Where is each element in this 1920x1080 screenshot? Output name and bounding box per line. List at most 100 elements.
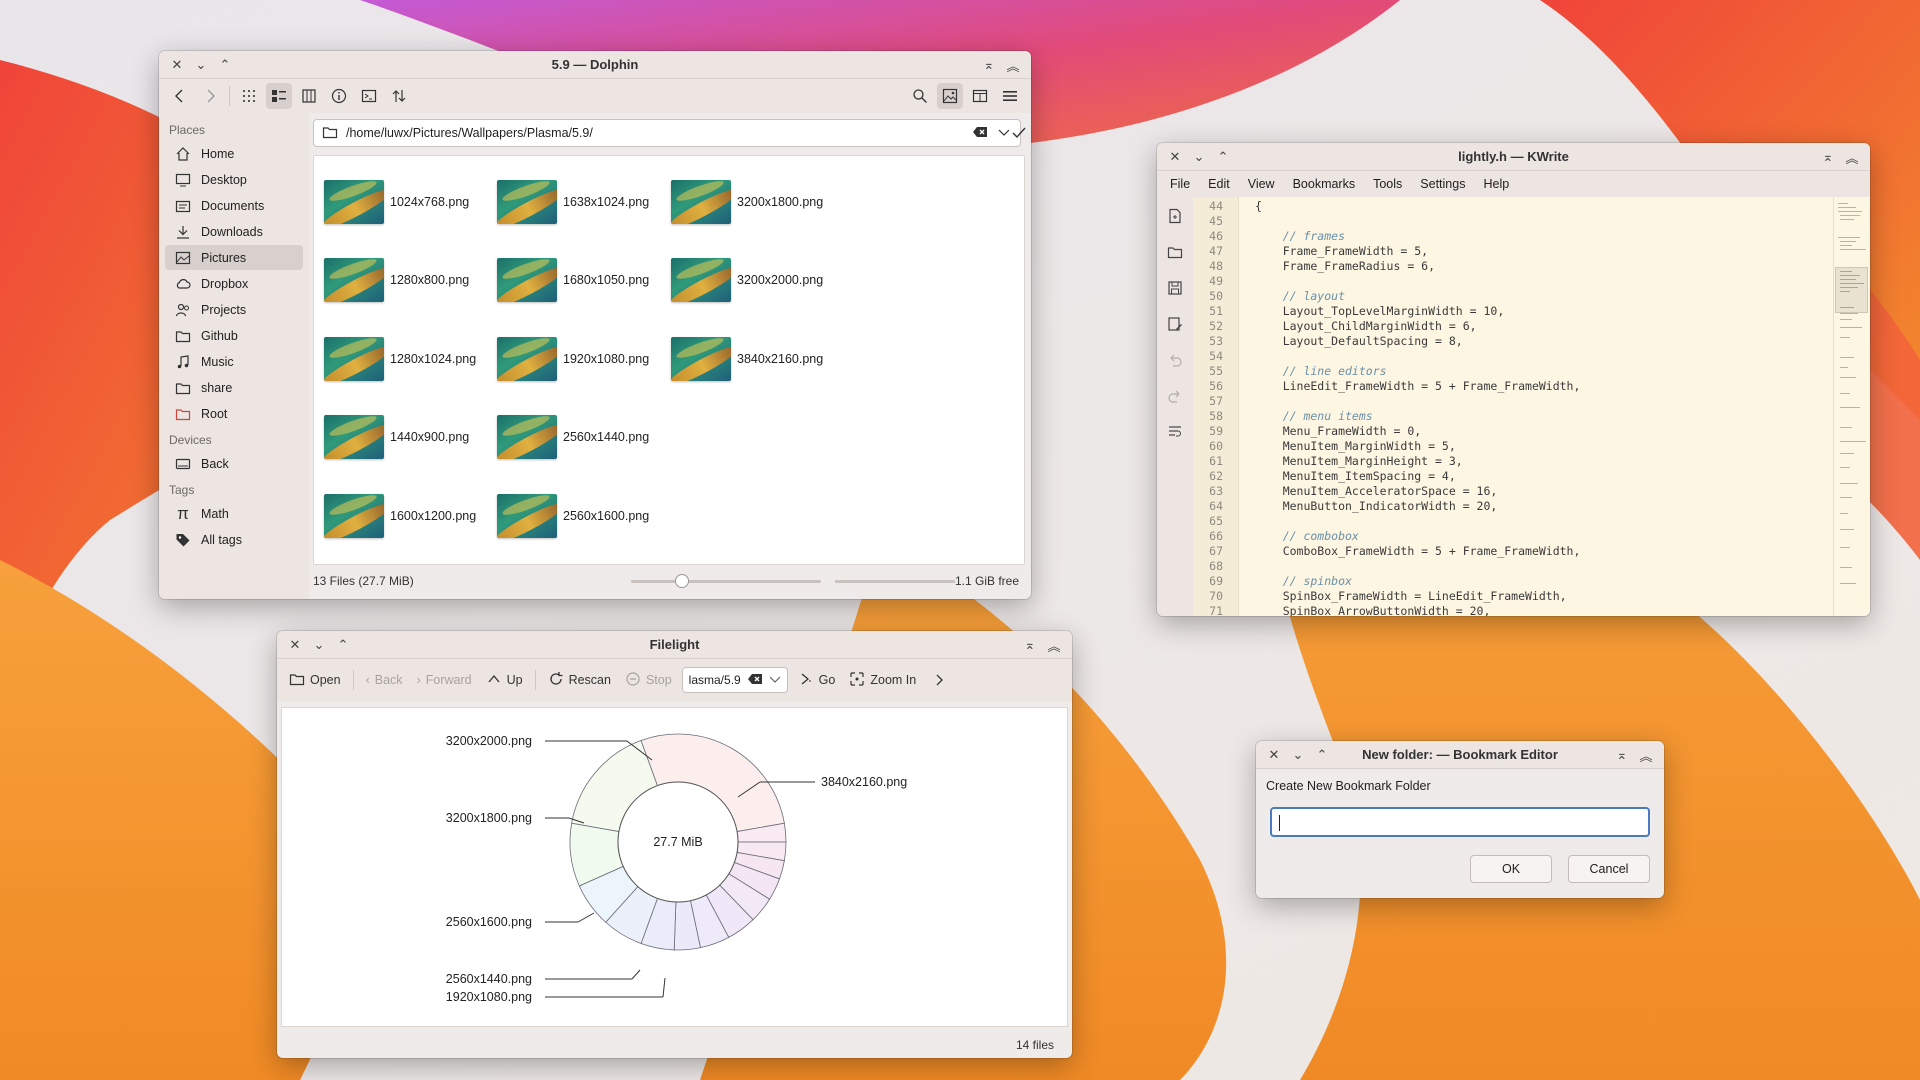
place-github[interactable]: Github bbox=[165, 323, 303, 348]
zoom-slider[interactable] bbox=[631, 574, 821, 588]
open-folder-icon[interactable] bbox=[1166, 243, 1184, 261]
menu-help[interactable]: Help bbox=[1474, 177, 1518, 191]
sort-icon[interactable] bbox=[386, 83, 412, 109]
place-home[interactable]: Home bbox=[165, 141, 303, 166]
code-editor[interactable]: 44{45 46 // frames 47 Frame_FrameWidth = 5… bbox=[1193, 197, 1833, 616]
line-number: 54 bbox=[1209, 349, 1223, 363]
file-item[interactable]: 1280x1024.png bbox=[324, 329, 476, 389]
menu-settings[interactable]: Settings bbox=[1411, 177, 1474, 191]
file-item[interactable]: 1920x1080.png bbox=[497, 329, 649, 389]
place-music[interactable]: Music bbox=[165, 349, 303, 374]
status-bar: 13 Files (27.7 MiB) 1.1 GiB free bbox=[313, 569, 1025, 593]
save-as-icon[interactable] bbox=[1166, 315, 1184, 333]
menu-edit[interactable]: Edit bbox=[1199, 177, 1239, 191]
toolbar-overflow-icon[interactable] bbox=[926, 667, 952, 693]
icons-view-icon[interactable] bbox=[236, 83, 262, 109]
tag-math[interactable]: π Math bbox=[165, 501, 303, 526]
up-button[interactable]: Up bbox=[482, 667, 527, 693]
zoom-in-button[interactable]: Zoom In bbox=[845, 667, 920, 693]
back-icon[interactable] bbox=[167, 83, 193, 109]
place-downloads[interactable]: Downloads bbox=[165, 219, 303, 244]
file-item[interactable]: 1024x768.png bbox=[324, 172, 469, 232]
desktop-icon bbox=[175, 172, 191, 188]
segment-label-3200x2000[interactable]: 3200x2000.png bbox=[446, 734, 532, 748]
tag-all[interactable]: All tags bbox=[165, 527, 303, 552]
rescan-button[interactable]: Rescan bbox=[544, 667, 615, 693]
segment-label-1920x1080[interactable]: 1920x1080.png bbox=[446, 990, 532, 1004]
chevron-down-icon[interactable] bbox=[767, 671, 783, 690]
forward-button[interactable]: › Forward bbox=[413, 667, 476, 693]
keep-above-icon[interactable]: ⌅ bbox=[1612, 745, 1632, 765]
details-view-icon[interactable] bbox=[296, 83, 322, 109]
file-item[interactable]: 1680x1050.png bbox=[497, 250, 649, 310]
shade-icon[interactable]: ︽ bbox=[1842, 147, 1862, 167]
file-item[interactable]: 3200x2000.png bbox=[671, 250, 823, 310]
hamburger-menu-icon[interactable] bbox=[997, 83, 1023, 109]
file-item[interactable]: 1440x900.png bbox=[324, 407, 469, 467]
file-item[interactable]: 1280x800.png bbox=[324, 250, 469, 310]
clear-text-icon[interactable] bbox=[747, 671, 763, 690]
menu-tools[interactable]: Tools bbox=[1364, 177, 1411, 191]
forward-icon[interactable] bbox=[197, 83, 223, 109]
undo-icon[interactable] bbox=[1166, 351, 1184, 369]
file-item[interactable]: 2560x1600.png bbox=[497, 486, 649, 546]
folder-name-input[interactable] bbox=[1270, 807, 1650, 837]
place-desktop[interactable]: Desktop bbox=[165, 167, 303, 192]
ok-button[interactable]: OK bbox=[1470, 855, 1552, 883]
menu-view[interactable]: View bbox=[1239, 177, 1284, 191]
open-button[interactable]: Open bbox=[285, 667, 345, 693]
line-code: MenuItem_AcceleratorSpace = 16, bbox=[1255, 484, 1498, 498]
shade-icon[interactable]: ︽ bbox=[1636, 745, 1656, 765]
place-projects[interactable]: Projects bbox=[165, 297, 303, 322]
new-document-icon[interactable] bbox=[1166, 207, 1184, 225]
confirm-icon[interactable] bbox=[1009, 121, 1029, 145]
file-item[interactable]: 2560x1440.png bbox=[497, 407, 649, 467]
location-combobox[interactable]: lasma/5.9 bbox=[681, 667, 788, 693]
shade-icon[interactable]: ︽ bbox=[1003, 55, 1023, 75]
location-bar[interactable]: /home/luwx/Pictures/Wallpapers/Plasma/5.… bbox=[313, 119, 1021, 147]
radial-map[interactable]: 27.7 MiB 3200x2000.png 3200x1800.png 256… bbox=[282, 708, 1069, 1028]
code-lines: 44{45 46 // frames 47 Frame_FrameWidth = 5… bbox=[1193, 199, 1833, 616]
menu-file[interactable]: File bbox=[1161, 177, 1199, 191]
terminal-icon[interactable] bbox=[356, 83, 382, 109]
keep-above-icon[interactable]: ⌅ bbox=[979, 55, 999, 75]
segment-label-2560x1600[interactable]: 2560x1600.png bbox=[446, 915, 532, 929]
center-size-label: 27.7 MiB bbox=[653, 835, 702, 849]
search-icon[interactable] bbox=[907, 83, 933, 109]
file-item[interactable]: 3200x1800.png bbox=[671, 172, 823, 232]
zoom-slider-handle[interactable] bbox=[675, 574, 689, 588]
go-button[interactable]: Go bbox=[794, 667, 840, 693]
redo-icon[interactable] bbox=[1166, 387, 1184, 405]
keep-above-icon[interactable]: ⌅ bbox=[1020, 635, 1040, 655]
preview-icon[interactable] bbox=[937, 83, 963, 109]
segment-label-3200x1800[interactable]: 3200x1800.png bbox=[446, 811, 532, 825]
line-code: // menu items bbox=[1255, 409, 1373, 423]
segment-label-2560x1440[interactable]: 2560x1440.png bbox=[446, 972, 532, 986]
word-wrap-icon[interactable] bbox=[1166, 423, 1184, 441]
split-view-icon[interactable] bbox=[967, 83, 993, 109]
file-item[interactable]: 1600x1200.png bbox=[324, 486, 476, 546]
file-item[interactable]: 3840x2160.png bbox=[671, 329, 823, 389]
minimap[interactable] bbox=[1833, 197, 1870, 616]
line-code: Frame_FrameRadius = 6, bbox=[1255, 259, 1436, 273]
line-code: SpinBox_ArrowButtonWidth = 20, bbox=[1255, 604, 1491, 616]
place-share[interactable]: share bbox=[165, 375, 303, 400]
stop-button[interactable]: Stop bbox=[621, 667, 676, 693]
info-icon[interactable] bbox=[326, 83, 352, 109]
file-item[interactable]: 1638x1024.png bbox=[497, 172, 649, 232]
menu-bookmarks[interactable]: Bookmarks bbox=[1284, 177, 1365, 191]
segment-label-3840x2160[interactable]: 3840x2160.png bbox=[821, 775, 907, 789]
back-button[interactable]: ‹ Back bbox=[362, 667, 407, 693]
place-documents[interactable]: Documents bbox=[165, 193, 303, 218]
device-back[interactable]: Back bbox=[165, 451, 303, 476]
keep-above-icon[interactable]: ⌅ bbox=[1818, 147, 1838, 167]
place-dropbox[interactable]: Dropbox bbox=[165, 271, 303, 296]
minimap-viewport[interactable] bbox=[1835, 267, 1868, 313]
shade-icon[interactable]: ︽ bbox=[1044, 635, 1064, 655]
place-root[interactable]: Root bbox=[165, 401, 303, 426]
clear-text-icon[interactable] bbox=[972, 124, 988, 143]
cancel-button[interactable]: Cancel bbox=[1568, 855, 1650, 883]
save-icon[interactable] bbox=[1166, 279, 1184, 297]
compact-view-icon[interactable] bbox=[266, 83, 292, 109]
place-pictures[interactable]: Pictures bbox=[165, 245, 303, 270]
